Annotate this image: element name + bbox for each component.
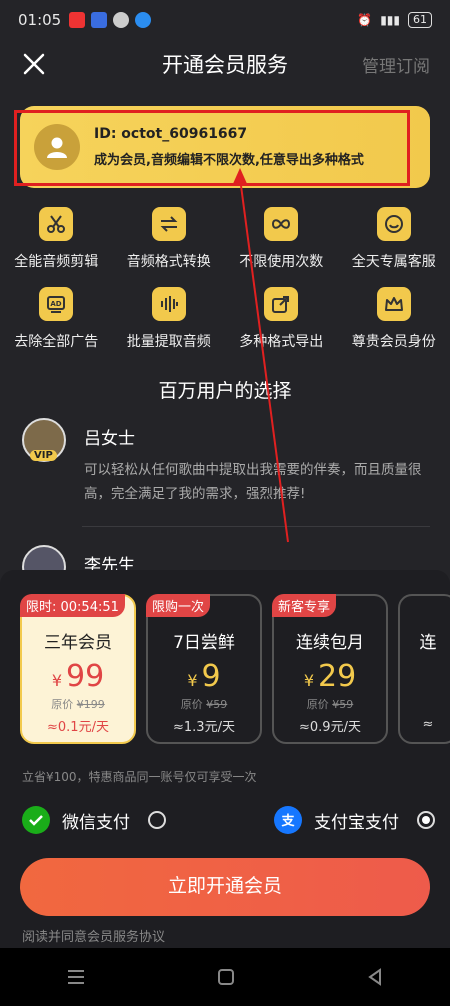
plan-card-seven-day[interactable]: 限购一次 7日尝鲜 ¥9 原价 ¥59 ≈1.3元/天 — [146, 594, 262, 744]
status-time: 01:05 — [18, 11, 62, 29]
divider — [82, 526, 430, 527]
svg-text:AD: AD — [51, 300, 62, 308]
feature-grid: 全能音频剪辑 音频格式转换 不限使用次数 全天专属客服 AD 去除全部广告 批量… — [0, 207, 450, 367]
plan-original-price: 原价 ¥199 — [51, 698, 105, 711]
export-icon — [272, 296, 290, 313]
svg-text:支: 支 — [280, 813, 295, 829]
infinity-icon — [272, 219, 291, 229]
alipay-radio[interactable] — [417, 811, 435, 829]
scissors-icon — [47, 215, 66, 233]
status-right: ⏰ ▮▮▮ 61 — [357, 12, 432, 28]
signal-icon: ▮▮▮ — [380, 13, 400, 27]
plan-tag: 新客专享 — [272, 594, 337, 617]
review-text: 可以轻松从任何歌曲中提取出我需要的伴奏，而且质量很高，完全满足了我的需求，强烈推… — [84, 462, 422, 502]
plan-price: ¥99 — [51, 659, 105, 694]
feature-item: 不限使用次数 — [225, 207, 338, 287]
close-icon[interactable] — [20, 50, 48, 78]
payment-options: 微信支付 支 支付宝支付 — [0, 806, 450, 838]
feature-item: 尊贵会员身份 — [338, 287, 450, 367]
alipay-option[interactable]: 支 支付宝支付 — [274, 806, 435, 834]
section-title: 百万用户的选择 — [158, 380, 292, 402]
menu-icon[interactable] — [66, 968, 86, 986]
messenger-app-icon — [135, 12, 152, 28]
plan-per-day: ≈0.9元/天 — [299, 720, 361, 735]
activate-membership-button[interactable]: 立即开通会员 — [20, 858, 430, 916]
plan-list[interactable]: 限时: 00:54:51 三年会员 ¥99 原价 ¥199 ≈0.1元/天 限购… — [20, 594, 450, 754]
wechat-icon — [22, 806, 50, 834]
savings-note: 立省¥100，特惠商品同一账号仅可享受一次 — [22, 770, 257, 784]
plan-card-monthly[interactable]: 新客专享 连续包月 ¥29 原价 ¥59 ≈0.9元/天 — [272, 594, 388, 744]
waveform-icon — [160, 296, 178, 312]
plan-name: 连 — [419, 633, 437, 653]
convert-icon — [160, 216, 178, 232]
vip-badge: VIP — [30, 450, 57, 461]
top-nav: 开通会员服务 管理订阅 — [0, 40, 450, 88]
plan-price: ¥29 — [303, 659, 357, 694]
plan-tag: 限购一次 — [146, 594, 211, 617]
feature-item: 批量提取音频 — [113, 287, 226, 367]
plan-price: ¥9 — [187, 659, 221, 694]
customer-service-icon — [384, 215, 403, 233]
agreement-link[interactable]: 阅读并同意会员服务协议 — [22, 926, 165, 945]
plan-per-day: ≈ — [422, 717, 434, 732]
plan-name: 三年会员 — [44, 633, 112, 653]
chat-app-icon — [113, 12, 130, 28]
manage-subscription-link[interactable]: 管理订阅 — [362, 52, 430, 77]
feature-item: 全天专属客服 — [338, 207, 450, 287]
feature-item: 音频格式转换 — [113, 207, 226, 287]
feature-item: AD 去除全部广告 — [0, 287, 113, 367]
plan-original-price: 原价 ¥59 — [306, 698, 354, 711]
wechat-pay-option[interactable]: 微信支付 — [22, 806, 166, 834]
home-icon[interactable] — [217, 968, 235, 986]
plan-original-price: 原价 ¥59 — [180, 698, 228, 711]
plan-tag: 限时: 00:54:51 — [20, 594, 125, 617]
status-bar: 01:05 ⏰ ▮▮▮ 61 — [0, 0, 450, 40]
plan-name: 连续包月 — [296, 633, 364, 653]
highlight-box — [14, 110, 410, 186]
alipay-icon: 支 — [274, 806, 302, 834]
crown-icon — [384, 297, 403, 311]
alarm-icon: ⏰ — [357, 13, 373, 27]
feature-item: 多种格式导出 — [225, 287, 338, 367]
reviewer-name: 吕女士 — [84, 429, 135, 449]
back-icon[interactable] — [366, 968, 384, 986]
system-nav-bar — [0, 948, 450, 1006]
plan-per-day: ≈0.1元/天 — [47, 720, 109, 735]
notification-app-icon — [91, 12, 108, 28]
ad-icon: AD — [47, 296, 66, 313]
battery-indicator: 61 — [408, 12, 432, 28]
status-app-icons — [69, 12, 152, 28]
purchase-sheet: 限时: 00:54:51 三年会员 ¥99 原价 ¥199 ≈0.1元/天 限购… — [0, 570, 450, 948]
plan-card-partial[interactable]: 连 ≈ — [398, 594, 450, 744]
plan-per-day: ≈1.3元/天 — [173, 720, 235, 735]
notification-app-icon — [69, 12, 86, 28]
plan-name: 7日尝鲜 — [173, 633, 235, 653]
plan-card-three-year[interactable]: 限时: 00:54:51 三年会员 ¥99 原价 ¥199 ≈0.1元/天 — [20, 594, 136, 744]
wechat-radio[interactable] — [148, 811, 166, 829]
feature-item: 全能音频剪辑 — [0, 207, 113, 287]
